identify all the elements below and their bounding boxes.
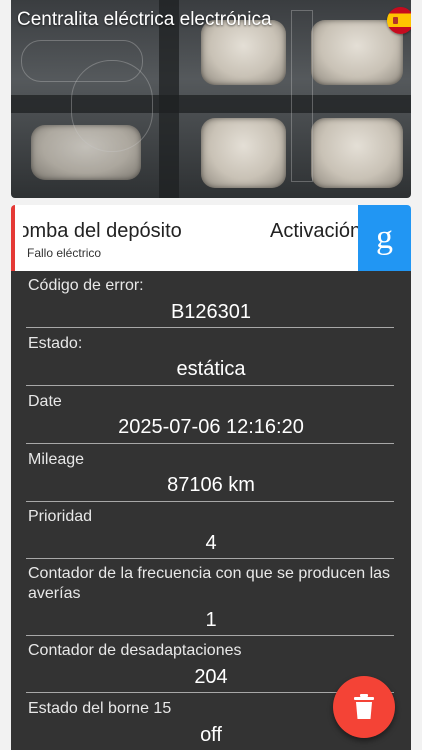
detail-label: Prioridad bbox=[28, 508, 93, 525]
divider bbox=[26, 385, 394, 386]
error-accent-bar bbox=[11, 205, 15, 271]
detail-value: 1 bbox=[205, 609, 217, 631]
detail-value: B126301 bbox=[170, 301, 252, 323]
detail-value: 4 bbox=[205, 532, 217, 554]
divider bbox=[26, 558, 394, 559]
divider bbox=[26, 635, 394, 636]
detail-label: Mileage bbox=[28, 451, 85, 468]
detail-value: estática bbox=[176, 358, 246, 380]
detail-label: Código de error: bbox=[28, 277, 144, 294]
detail-value: 87106 km bbox=[167, 474, 255, 496]
divider bbox=[26, 327, 394, 328]
error-name: Bomba del depósito bbox=[23, 220, 182, 242]
delete-button[interactable] bbox=[333, 676, 395, 738]
header-image: Centralita eléctrica electrónica bbox=[11, 0, 411, 198]
google-search-button[interactable]: g bbox=[358, 205, 411, 271]
detail-label: Contador de desadaptaciones bbox=[28, 642, 242, 659]
error-description: Fallo eléctrico bbox=[27, 246, 102, 260]
spain-flag-icon[interactable] bbox=[387, 7, 411, 34]
error-card: Bomba del depósito Activación Fallo eléc… bbox=[11, 205, 411, 271]
google-icon: g bbox=[376, 219, 393, 256]
error-name-next: Activación bbox=[270, 220, 362, 242]
error-name-marquee: Bomba del depósito Activación bbox=[23, 220, 363, 246]
trash-icon bbox=[354, 694, 374, 719]
detail-label: Date bbox=[28, 393, 62, 410]
detail-label: Contador de la frecuencia con que se pro… bbox=[28, 565, 391, 602]
app-title: Centralita eléctrica electrónica bbox=[17, 9, 272, 30]
divider bbox=[26, 443, 394, 444]
detail-value: 2025-07-06 12:16:20 bbox=[118, 416, 304, 438]
detail-label: Estado: bbox=[28, 335, 83, 352]
detail-label: Estado del borne 15 bbox=[28, 700, 172, 717]
divider bbox=[26, 501, 394, 502]
